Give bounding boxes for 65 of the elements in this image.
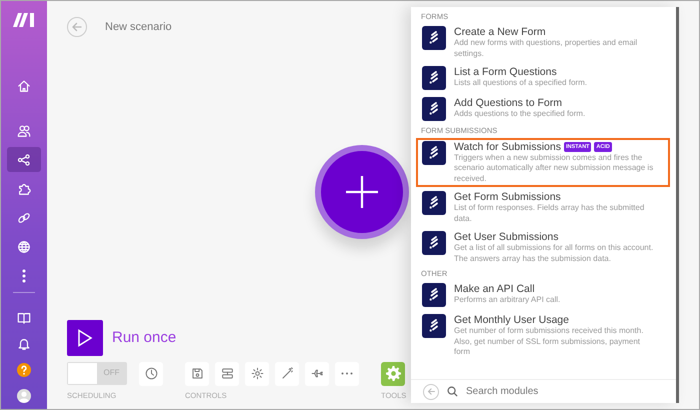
module-item[interactable]: Get User Submissions Get a list of all submissions for all forms on this account. The answers array has the submission data. xyxy=(416,228,670,267)
module-description: Triggers when a new submission comes and fires the scenario automatically after new submission message is received. xyxy=(454,152,654,184)
globe-icon xyxy=(17,240,31,254)
module-description: Get a list of all submissions for all forms on this account. The answers array has the submission data. xyxy=(454,243,654,264)
flow-icon xyxy=(220,367,234,380)
module-item[interactable]: Make an API Call Performs an arbitrary API call. xyxy=(416,280,670,310)
form-app-icon xyxy=(422,231,446,255)
form-app-icon xyxy=(422,283,446,308)
module-description: List of form responses. Fields array has the submitted data. xyxy=(454,203,646,224)
module-item[interactable]: Create a New Form Add new forms with questions, properties and email settings. xyxy=(416,23,670,62)
module-name: Create a New Form xyxy=(454,26,546,38)
gear-icon xyxy=(386,366,400,382)
module-description: Performs an arbitrary API call. xyxy=(454,295,562,306)
toolbar-button[interactable] xyxy=(245,362,269,386)
save-icon xyxy=(190,367,204,380)
module-item[interactable]: List a Form Questions Lists all questions of a specified form. xyxy=(416,63,670,94)
module-name: Get User Submissions xyxy=(454,231,558,243)
toolbar-button[interactable] xyxy=(139,362,163,386)
module-name: Add Questions to Form xyxy=(454,97,562,110)
toolbar-button[interactable] xyxy=(305,362,329,386)
toolbar-button[interactable] xyxy=(215,362,239,386)
wand-icon xyxy=(280,367,294,380)
toolbar-button[interactable] xyxy=(185,362,209,386)
link-icon xyxy=(17,210,31,224)
form-app-icon xyxy=(422,191,446,215)
form-app-icon xyxy=(422,97,446,122)
back-arrow-icon xyxy=(71,21,83,33)
book-icon xyxy=(17,310,31,324)
puzzle-icon xyxy=(17,182,31,196)
module-item[interactable]: Get Form Submissions List of form responses. Fields array has the submitted data. xyxy=(416,188,670,227)
help-icon xyxy=(17,362,31,376)
toolbar-button[interactable] xyxy=(275,362,299,386)
bell-icon xyxy=(17,336,31,350)
form-app-icon xyxy=(422,26,446,50)
scenario-title: New scenario xyxy=(105,20,172,35)
toolbar-button[interactable] xyxy=(381,362,405,386)
more-icon xyxy=(22,268,26,282)
module-description: Adds questions to the specified form. xyxy=(454,109,586,120)
more-icon xyxy=(341,372,353,376)
nav-item[interactable] xyxy=(7,147,41,172)
play-button[interactable] xyxy=(67,320,103,356)
back-arrow-icon xyxy=(426,387,436,396)
module-item[interactable]: Add Questions to Form Adds questions to the specified form. xyxy=(416,94,670,124)
avatar-icon xyxy=(17,388,31,402)
play-icon xyxy=(77,328,93,347)
run-once-label[interactable]: Run once xyxy=(112,326,176,349)
module-item[interactable]: Get Monthly User Usage Get number of form submissions received this month. Also, get number of SSL form submissions, payment form xyxy=(416,311,670,361)
module-description: Lists all questions of a specified form. xyxy=(454,78,588,89)
plus-icon xyxy=(345,175,379,209)
share-icon xyxy=(17,152,31,166)
search-icon xyxy=(447,386,458,397)
clock-icon xyxy=(144,367,158,380)
module-name: Make an API Call xyxy=(454,283,535,296)
form-app-icon xyxy=(422,66,446,90)
home-icon xyxy=(17,78,31,92)
module-description: Get number of form submissions received this month. Also, get number of SSL form submissions, payment form xyxy=(454,326,644,358)
logo xyxy=(13,13,35,27)
users-icon xyxy=(17,124,31,138)
form-app-icon xyxy=(422,314,446,338)
module-name: Get Form Submissions xyxy=(454,191,561,203)
form-app-icon xyxy=(422,140,446,164)
module-name: Get Monthly User Usage xyxy=(454,314,569,326)
module-name: List a Form Questions xyxy=(454,66,557,78)
module-name: Watch for Submissions xyxy=(454,140,561,152)
module-description: Add new forms with questions, properties and email settings. xyxy=(454,38,638,60)
